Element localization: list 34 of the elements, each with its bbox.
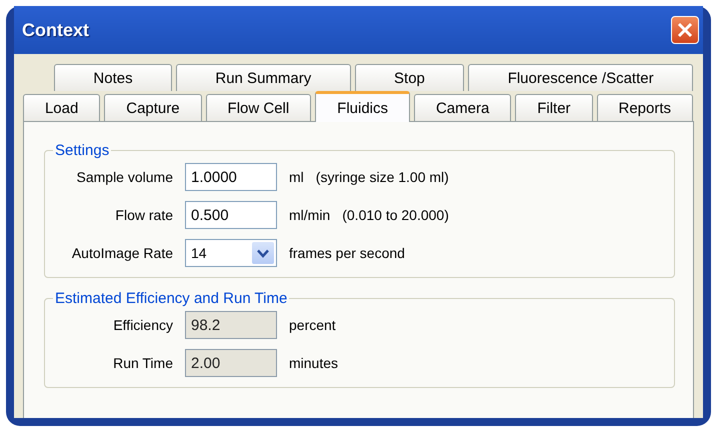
tab[interactable]: Capture [104, 94, 202, 121]
field-label: AutoImage Rate [70, 245, 173, 261]
field-label: Sample volume [76, 169, 173, 185]
tab[interactable]: Camera [414, 94, 512, 121]
range-note: (syringe size 1.00 ml) [316, 169, 449, 185]
tab[interactable]: Load [23, 94, 100, 121]
tab[interactable]: Flow Cell [206, 94, 312, 121]
unit-label: frames per second [289, 245, 405, 261]
tab[interactable]: Filter [515, 94, 593, 121]
tab[interactable]: Fluidics [315, 91, 410, 122]
close-button[interactable] [671, 16, 699, 44]
group-title: Estimated Efficiency and Run Time [54, 290, 288, 307]
unit-label: percent [289, 317, 336, 333]
tab[interactable]: Stop [354, 64, 464, 91]
value-field[interactable]: 2.00 [185, 349, 277, 377]
chevron-down-icon [257, 248, 269, 258]
value-field[interactable]: 0.500 [185, 201, 277, 229]
close-icon [677, 22, 693, 38]
unit-label: minutes [289, 355, 338, 371]
tab[interactable]: Notes [54, 64, 172, 91]
tab[interactable]: Reports [596, 94, 693, 121]
field-label: Run Time [112, 355, 173, 371]
value-field[interactable]: 98.2 [185, 311, 277, 339]
unit-label: ml [289, 169, 304, 185]
rate-dropdown[interactable]: 14 [185, 239, 277, 267]
range-note: (0.010 to 20.000) [342, 207, 449, 223]
tab[interactable]: Fluorescence /Scatter [468, 64, 693, 91]
field-label: Efficiency [112, 317, 173, 333]
window-title: Context [22, 20, 89, 40]
tab[interactable]: Run Summary [176, 64, 351, 91]
value-field[interactable]: 1.0000 [185, 163, 277, 191]
field-label: Flow rate [114, 207, 173, 223]
group-title: Settings [54, 142, 110, 159]
unit-label: ml/min [289, 207, 330, 223]
